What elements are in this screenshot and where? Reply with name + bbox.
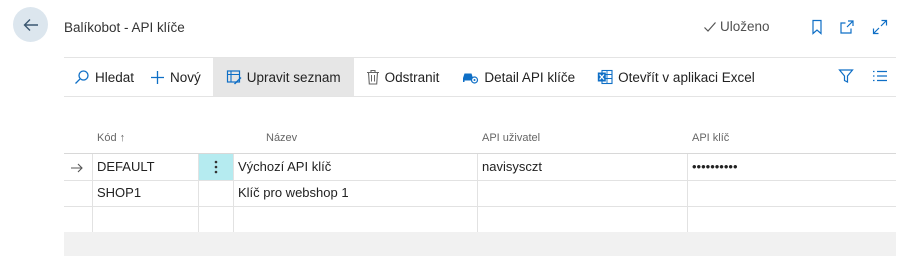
- trash-icon: [366, 69, 379, 85]
- grid-body: DEFAULT Výchozí API klíč navisysczt ••••…: [64, 153, 896, 233]
- filter-icon[interactable]: [838, 68, 854, 84]
- table-row[interactable]: DEFAULT Výchozí API klíč navisysczt ••••…: [64, 154, 896, 181]
- cell-api-user[interactable]: [477, 206, 687, 232]
- cell-api-user[interactable]: navisysczt: [477, 154, 687, 180]
- saved-label: Uloženo: [720, 19, 770, 34]
- api-keys-grid: Kód ↑ Název API uživatel API klíč DEFAUL…: [64, 96, 896, 256]
- excel-icon: [597, 69, 613, 85]
- arrow-right-icon: [71, 163, 83, 172]
- delete-action-label: Odstranit: [384, 69, 440, 85]
- cell-code[interactable]: DEFAULT: [92, 154, 198, 180]
- cell-api-key[interactable]: [687, 206, 896, 232]
- grid-footer-area: [64, 232, 896, 256]
- search-action-label: Hledat: [95, 69, 135, 85]
- api-key-detail-action[interactable]: Detail API klíče: [453, 58, 583, 96]
- cell-name[interactable]: Klíč pro webshop 1: [233, 180, 477, 206]
- search-action[interactable]: Hledat: [64, 58, 142, 96]
- cell-api-user[interactable]: [477, 180, 687, 206]
- table-row[interactable]: SHOP1 Klíč pro webshop 1: [64, 180, 896, 207]
- expand-icon[interactable]: [872, 19, 888, 35]
- saved-status: Uloženo: [703, 19, 770, 34]
- car-key-icon: [463, 73, 479, 84]
- cell-name[interactable]: Výchozí API klíč: [233, 154, 477, 180]
- cell-api-key[interactable]: ••••••••••: [687, 154, 896, 180]
- edit-list-action-label: Upravit seznam: [246, 69, 341, 85]
- edit-list-action[interactable]: Upravit seznam: [212, 58, 354, 96]
- delete-action[interactable]: Odstranit: [358, 58, 448, 96]
- column-header-code[interactable]: Kód ↑: [97, 132, 125, 144]
- column-header-name[interactable]: Název: [266, 132, 297, 144]
- back-button[interactable]: [13, 7, 48, 42]
- list-view-icon[interactable]: [872, 68, 888, 84]
- row-indicator: [64, 206, 92, 232]
- arrow-left-icon: [23, 18, 38, 31]
- table-row[interactable]: [64, 206, 896, 233]
- plus-icon: [151, 70, 165, 84]
- row-indicator: [64, 154, 92, 180]
- search-icon: [75, 70, 89, 84]
- row-menu-button[interactable]: [198, 154, 233, 180]
- new-action-label: Nový: [170, 69, 201, 85]
- cell-code[interactable]: SHOP1: [92, 180, 198, 206]
- cell-name[interactable]: [233, 206, 477, 232]
- action-bar: Hledat Nový Upravit seznam Odstranit Det…: [64, 58, 896, 96]
- page-title: Balíkobot - API klíče: [64, 20, 185, 35]
- row-menu-cell[interactable]: [198, 206, 233, 232]
- cell-api-key[interactable]: [687, 180, 896, 206]
- more-vertical-icon: [214, 160, 218, 174]
- edit-list-icon: [226, 70, 242, 85]
- open-in-excel-action-label: Otevřít v aplikaci Excel: [618, 69, 755, 85]
- column-header-api-user[interactable]: API uživatel: [482, 132, 540, 144]
- open-in-excel-action[interactable]: Otevřít v aplikaci Excel: [589, 58, 763, 96]
- column-header-api-key[interactable]: API klíč: [692, 132, 729, 144]
- api-key-detail-action-label: Detail API klíče: [484, 69, 576, 85]
- open-new-window-icon[interactable]: [839, 19, 855, 35]
- row-indicator: [64, 180, 92, 206]
- checkmark-icon: [704, 21, 716, 32]
- cell-code[interactable]: [92, 206, 198, 232]
- row-menu-cell[interactable]: [198, 180, 233, 206]
- new-action[interactable]: Nový: [142, 58, 209, 96]
- bookmark-icon[interactable]: [809, 19, 825, 35]
